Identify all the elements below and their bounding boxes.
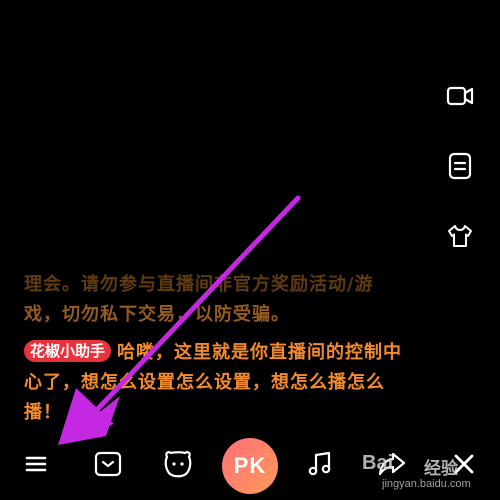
watermark-url: jingyan.baidu.com <box>382 478 471 490</box>
inbox-button[interactable] <box>92 450 124 482</box>
watermark-brand: 经验 <box>424 459 458 479</box>
beauty-button[interactable] <box>162 450 194 482</box>
menu-button[interactable] <box>20 450 52 482</box>
music-note-icon <box>305 449 335 483</box>
helper-name-badge[interactable]: 花椒小助手 <box>24 340 112 362</box>
watermark-logo: Bai <box>362 452 394 474</box>
pk-label: PK <box>233 453 267 478</box>
note-icon <box>445 151 475 185</box>
helper-message: 花椒小助手 哈喽，这里就是你直播间的控制中心了，想怎么设置怎么设置，想怎么播怎么播… <box>24 338 404 428</box>
system-notice-line-2: 戏，切勿私下交易，以防受骗。 <box>24 304 290 325</box>
outfit-button[interactable] <box>444 222 476 254</box>
notes-button[interactable] <box>444 152 476 184</box>
pk-button[interactable]: PK <box>222 438 278 494</box>
camera-button[interactable] <box>444 82 476 114</box>
inbox-icon <box>93 449 123 483</box>
outfit-icon <box>445 221 475 255</box>
chat-messages: 理会。请勿参与直播间非官方奖励活动/游 戏，切勿私下交易，以防受骗。 花椒小助手… <box>24 270 404 428</box>
menu-icon <box>22 450 50 482</box>
baidu-jingyan-watermark: Bai 经验 jingyan.baidu.com <box>362 452 492 492</box>
live-control-screen: 理会。请勿参与直播间非官方奖励活动/游 戏，切勿私下交易，以防受骗。 花椒小助手… <box>0 0 500 500</box>
music-button[interactable] <box>304 450 336 482</box>
system-notice-line-1: 理会。请勿参与直播间非官方奖励活动/游 <box>24 274 374 295</box>
camera-icon <box>445 81 475 115</box>
bear-face-icon <box>162 449 194 483</box>
